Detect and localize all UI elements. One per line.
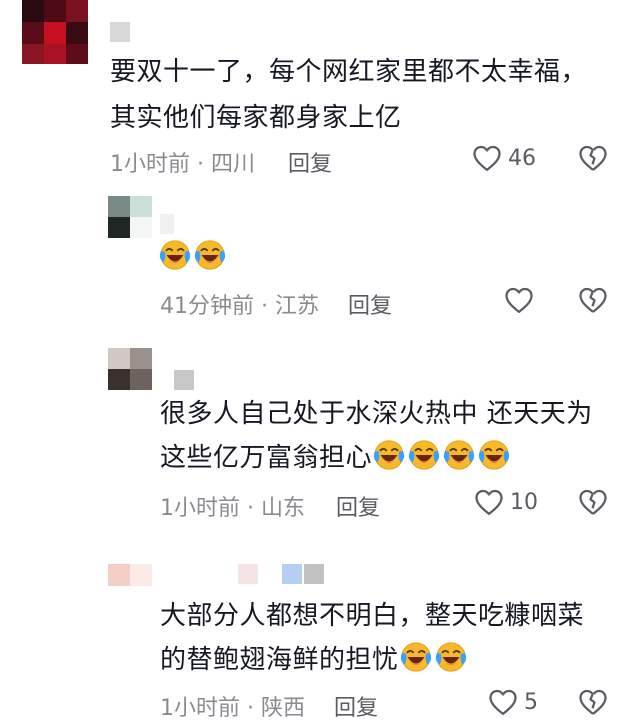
broken-heart-icon — [579, 287, 607, 313]
reply-button[interactable]: 回复 — [334, 690, 378, 722]
username[interactable] — [238, 564, 328, 584]
timestamp: 41分钟前 — [160, 294, 254, 319]
comment-meta: 41分钟前 · 江苏 — [160, 294, 319, 319]
like-count: 46 — [508, 145, 536, 171]
broken-heart-icon — [579, 489, 607, 515]
location: 山东 — [260, 496, 305, 521]
like-button[interactable]: 46 — [472, 144, 536, 172]
reply-button[interactable]: 回复 — [348, 288, 392, 320]
avatar[interactable] — [108, 348, 152, 390]
laughing-crying-emoji — [443, 440, 475, 470]
timestamp: 1小时前 — [160, 696, 240, 721]
avatar[interactable] — [108, 196, 152, 238]
dislike-button[interactable] — [578, 488, 608, 516]
comment-text: 要双十一了，每个网红家里都不太幸福， 其实他们每家都身家上亿 — [110, 52, 587, 138]
comment-line: 要双十一了，每个网红家里都不太幸福， — [110, 57, 588, 87]
emoji-group — [399, 642, 469, 675]
like-count: 5 — [524, 689, 538, 715]
dislike-button[interactable] — [578, 286, 608, 314]
location: 江苏 — [274, 294, 319, 319]
comment-line: 大部分人都想不明白，整天吃糠咽菜 — [160, 601, 585, 631]
timestamp: 1小时前 — [160, 496, 240, 521]
laughing-crying-emoji — [194, 240, 226, 270]
like-button[interactable]: 5 — [488, 688, 538, 716]
laughing-crying-emoji — [373, 440, 405, 470]
broken-heart-icon — [579, 689, 607, 715]
laughing-crying-emoji — [435, 642, 466, 672]
laughing-crying-emoji — [159, 240, 191, 270]
comment-line: 其实他们每家都身家上亿 — [110, 103, 402, 133]
laughing-crying-emoji — [408, 440, 440, 470]
location: 四川 — [210, 152, 255, 177]
comment-text — [158, 238, 228, 278]
broken-heart-icon — [579, 145, 607, 171]
dislike-button[interactable] — [578, 144, 608, 172]
comment-text: 大部分人都想不明白，整天吃糠咽菜 的替鲍翅海鲜的担忧 — [160, 596, 584, 680]
comment-meta: 1小时前 · 陕西 — [160, 696, 305, 721]
comment-line: 这些亿万富翁担心 — [160, 443, 373, 473]
emoji-group — [372, 440, 512, 473]
reply-button[interactable]: 回复 — [336, 490, 380, 522]
like-button[interactable] — [504, 286, 534, 314]
laughing-crying-emoji — [478, 440, 510, 470]
laughing-crying-emoji — [400, 642, 431, 672]
timestamp: 1小时前 — [110, 152, 190, 177]
comment-meta: 1小时前 · 山东 — [160, 496, 305, 521]
dislike-button[interactable] — [578, 688, 608, 716]
heart-outline-icon — [505, 287, 533, 313]
like-button[interactable]: 10 — [474, 488, 538, 516]
heart-outline-icon — [473, 145, 501, 171]
emoji-group — [158, 240, 228, 273]
avatar[interactable] — [108, 564, 152, 586]
location: 陕西 — [260, 696, 305, 721]
comment-line: 的替鲍翅海鲜的担忧 — [160, 645, 399, 675]
comment-text: 很多人自己处于水深火热中 还天天为 这些亿万富翁担心 — [160, 394, 593, 478]
comment-meta: 1小时前 · 四川 — [110, 152, 255, 177]
comment-line: 很多人自己处于水深火热中 还天天为 — [160, 399, 593, 429]
heart-outline-icon — [475, 489, 503, 515]
heart-outline-icon — [489, 689, 517, 715]
avatar[interactable] — [22, 0, 88, 64]
reply-button[interactable]: 回复 — [288, 146, 332, 178]
like-count: 10 — [510, 489, 538, 515]
